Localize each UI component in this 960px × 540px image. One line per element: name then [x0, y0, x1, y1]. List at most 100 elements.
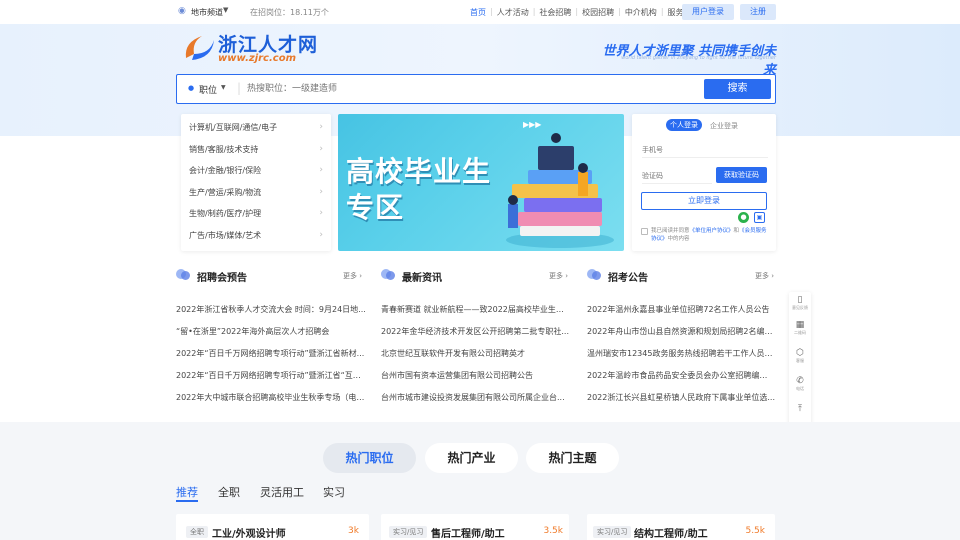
nav-talent-activity[interactable]: 人才活动: [497, 7, 529, 18]
nav-social-recruit[interactable]: 社会招聘: [539, 7, 571, 18]
chevron-right-icon: ›: [319, 165, 323, 175]
chevron-down-icon: ▼: [223, 6, 229, 14]
category-item[interactable]: 会计/金融/银行/保险 ›: [181, 160, 331, 182]
get-code-button[interactable]: 获取验证码: [716, 167, 767, 183]
section-icon: [381, 269, 395, 281]
slogan-sub: world talent gather in zhejiang to fight…: [621, 55, 776, 61]
tab-hot-industry[interactable]: 热门产业: [425, 443, 518, 473]
search-button[interactable]: 搜索: [704, 79, 771, 99]
news-item[interactable]: 青春新赛道 就业新航程——致2022届高校毕业生的...: [381, 304, 569, 315]
app-icon[interactable]: ⬡ 客服: [789, 348, 811, 376]
subtab-flexible[interactable]: 灵活用工: [260, 484, 304, 500]
news-item[interactable]: 2022浙江长兴县虹星桥镇人民政府下属事业单位选...: [587, 392, 775, 403]
search-input[interactable]: [247, 80, 697, 98]
chevron-down-icon: ▼: [221, 84, 226, 91]
chevron-right-icon: ›: [319, 122, 323, 132]
news-item[interactable]: 2022年大中城市联合招聘高校毕业生秋季专场（电商...: [176, 392, 366, 403]
banner-subtitle: 专区: [346, 191, 405, 224]
news-item[interactable]: 2022年金华经济技术开发区公开招聘第二批专职社...: [381, 326, 569, 337]
jobs-count: 在招岗位：18.11万个: [250, 8, 329, 17]
user-login-button[interactable]: 用户登录: [682, 4, 734, 20]
news-item[interactable]: 台州市国有资本运营集团有限公司招聘公告: [381, 370, 569, 381]
banner-title: 高校毕业生: [346, 155, 492, 188]
news-item[interactable]: 2022年“百日千万网络招聘专项行动”暨浙江省新材...: [176, 348, 366, 359]
job-salary: 3k: [348, 526, 359, 536]
login-submit-button[interactable]: 立即登录: [641, 192, 767, 210]
news-item[interactable]: 2022年舟山市岱山县自然资源和规划局招聘2名编外...: [587, 326, 775, 337]
job-title: 工业/外观设计师: [212, 529, 286, 540]
phone-input[interactable]: [642, 142, 768, 158]
chevron-right-icon: ›: [319, 143, 323, 154]
tab-hot-topic[interactable]: 热门主题: [526, 443, 619, 473]
nav-home[interactable]: 首页: [470, 7, 486, 18]
arrows-icon: ▶▶▶: [523, 120, 542, 129]
job-title: 结构工程师/助工: [634, 529, 708, 540]
mobile-app-icon[interactable]: ▣: [754, 212, 765, 223]
job-salary: 5.5k: [745, 526, 765, 536]
category-item[interactable]: 计算机/互联网/通信/电子 ›: [181, 117, 331, 139]
nav-agency[interactable]: 中介机构: [625, 7, 657, 18]
graduate-banner[interactable]: ▶▶▶ 高校毕业生 专区: [338, 114, 624, 251]
news-item[interactable]: 2022年温州永嘉县事业单位招聘72名工作人员公告: [587, 304, 775, 315]
news-item[interactable]: 台州市城市建设投资发展集团有限公司所属企业台...: [381, 392, 569, 403]
job-title: 售后工程师/助工: [431, 529, 505, 540]
section-icon: [176, 269, 190, 281]
job-tag: 全职: [186, 526, 208, 538]
books-illustration-icon: [506, 133, 614, 248]
logo-mark-icon: [185, 36, 214, 60]
city-channel-link[interactable]: 地市频道: [191, 7, 223, 18]
top-nav: 首页| 人才活动| 社会招聘| 校园招聘| 中介机构| 服务支持: [470, 7, 700, 18]
section-title: 招考公告: [608, 273, 648, 284]
nav-campus-recruit[interactable]: 校园招聘: [582, 7, 614, 18]
unit-agreement-link[interactable]: 《单位用户协议》: [690, 228, 734, 234]
code-input[interactable]: [642, 168, 712, 184]
news-item[interactable]: 2022年温岭市食品药品安全委员会办公室招聘编外工...: [587, 370, 775, 381]
top-bar: ◉ 地市频道 ▼ 在招岗位：18.11万个 首页 | 人才活动 | 社会招聘 | 校园…: [0, 0, 960, 24]
feedback-icon[interactable]: ▯ 意见反馈: [789, 292, 811, 320]
register-button[interactable]: 注册: [740, 4, 776, 20]
agree-checkbox[interactable]: [641, 228, 648, 235]
category-item[interactable]: 销售/客服/技术支持 ›: [181, 139, 331, 161]
agreement-text: 我已阅读并同意《单位用户协议》和《会员服务协议》中的内容: [651, 228, 767, 242]
search-type-select[interactable]: 职位: [199, 83, 217, 96]
divider: |: [237, 81, 242, 95]
job-card[interactable]: 实习/见习 结构工程师/助工 5.5k: [587, 514, 775, 540]
chevron-right-icon: ›: [319, 186, 323, 197]
tab-company-login[interactable]: 企业登录: [710, 121, 738, 131]
qrcode-icon[interactable]: ▦ 二维码: [789, 320, 811, 348]
phone-icon[interactable]: ✆ 电话: [789, 376, 811, 404]
more-link[interactable]: 更多 ›: [549, 271, 568, 281]
more-link[interactable]: 更多 ›: [755, 271, 774, 281]
chevron-right-icon: ›: [319, 208, 323, 218]
news-item[interactable]: 2022年“百日千万网络招聘专项行动”暨浙江省“互联...: [176, 370, 366, 381]
category-item[interactable]: 广告/市场/媒体/艺术 ›: [181, 225, 331, 247]
login-panel: 个人登录 企业登录 获取验证码 立即登录 ● ▣ 我已阅读并同意《单位用户协议》…: [632, 114, 776, 251]
logo-url: www.zjrc.com: [218, 53, 296, 64]
job-card[interactable]: 实习/见习 售后工程师/助工 3.5k: [381, 514, 569, 540]
section-title: 最新资讯: [402, 273, 442, 284]
category-item[interactable]: 生产/营运/采购/物流 ›: [181, 182, 331, 204]
tab-hot-jobs[interactable]: 热门职位: [323, 443, 416, 473]
subtab-recommend[interactable]: 推荐: [176, 484, 198, 500]
more-link[interactable]: 更多 ›: [343, 271, 362, 281]
subtab-fulltime[interactable]: 全职: [218, 484, 240, 500]
section-icon: [587, 269, 601, 281]
news-item[interactable]: 2022年浙江省秋季人才交流大会 时间：9月24日地...: [176, 304, 366, 315]
location-dot-icon: ◉: [178, 6, 186, 16]
news-item[interactable]: 北京世纪互联软件开发有限公司招聘英才: [381, 348, 569, 359]
floating-toolbar: ▯ 意见反馈 ▦ 二维码 ⬡ 客服 ✆ 电话 ⤒: [789, 292, 811, 426]
subtab-intern[interactable]: 实习: [323, 484, 345, 500]
tab-personal-login[interactable]: 个人登录: [666, 119, 702, 131]
section-title: 招聘会预告: [197, 273, 247, 284]
site-logo[interactable]: 浙江人才网 www.zjrc.com: [182, 30, 322, 66]
category-item[interactable]: 生物/制药/医疗/护理 ›: [181, 203, 331, 225]
job-salary: 3.5k: [543, 526, 563, 536]
search-bar: ● 职位 ▼ | 搜索: [176, 74, 776, 104]
bullet-icon: ●: [188, 84, 195, 92]
wechat-icon[interactable]: ●: [738, 212, 749, 223]
job-card[interactable]: 全职 工业/外观设计师 3k: [176, 514, 369, 540]
news-item[interactable]: 温州瑞安市12345政务服务热线招聘若干工作人员的...: [587, 348, 775, 359]
chevron-right-icon: ›: [319, 229, 323, 240]
news-item[interactable]: “留•在浙里”2022年海外高层次人才招聘会: [176, 326, 366, 337]
active-tab-underline: [176, 500, 198, 502]
